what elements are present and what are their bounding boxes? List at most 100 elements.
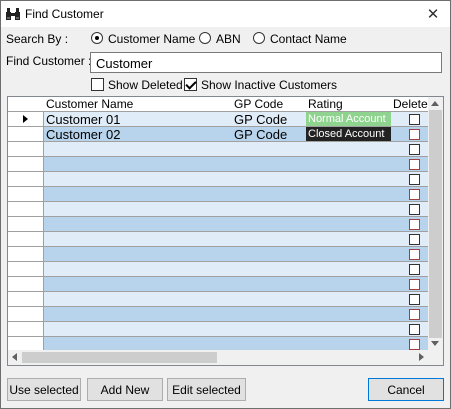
cell-customer-name[interactable]: Customer 01 (44, 112, 233, 127)
row-header[interactable] (8, 322, 44, 337)
cell-gp-code[interactable] (232, 277, 307, 292)
table-row[interactable] (8, 277, 429, 292)
close-button[interactable]: ✕ (416, 1, 450, 27)
scroll-left-icon[interactable] (12, 353, 17, 361)
row-header[interactable] (8, 247, 44, 262)
radio-customer-name[interactable] (91, 32, 103, 44)
row-header[interactable] (8, 202, 44, 217)
cell-customer-name[interactable]: Customer 02 (44, 127, 233, 142)
table-row[interactable] (8, 232, 429, 247)
table-row[interactable]: Customer 01 GP Code Normal Account (8, 112, 429, 127)
column-header-deleted[interactable]: Deleted (391, 97, 429, 112)
cell-rating[interactable] (306, 157, 392, 172)
cell-rating[interactable] (306, 337, 392, 351)
column-header-gp-code[interactable]: GP Code (232, 97, 307, 112)
cell-gp-code[interactable] (232, 337, 307, 351)
row-header[interactable] (8, 172, 44, 187)
cell-rating[interactable] (306, 247, 392, 262)
row-header[interactable] (8, 277, 44, 292)
cell-rating[interactable] (306, 187, 392, 202)
row-header[interactable] (8, 157, 44, 172)
deleted-checkbox[interactable] (409, 264, 420, 275)
table-row[interactable] (8, 337, 429, 351)
cell-customer-name[interactable] (44, 172, 233, 187)
cell-gp-code[interactable] (232, 142, 307, 157)
cell-gp-code[interactable] (232, 187, 307, 202)
cell-customer-name[interactable] (44, 247, 233, 262)
find-customer-input[interactable] (90, 52, 442, 73)
cell-rating[interactable] (306, 232, 392, 247)
table-row[interactable] (8, 322, 429, 337)
deleted-checkbox[interactable] (409, 204, 420, 215)
cell-gp-code[interactable] (232, 307, 307, 322)
table-row[interactable] (8, 307, 429, 322)
table-row[interactable] (8, 217, 429, 232)
row-header[interactable] (8, 232, 44, 247)
cell-customer-name[interactable] (44, 337, 233, 351)
cell-rating[interactable] (306, 142, 392, 157)
radio-contact-name-label[interactable]: Contact Name (270, 32, 347, 46)
cell-gp-code[interactable] (232, 157, 307, 172)
add-new-button[interactable]: Add New (87, 378, 163, 401)
show-deleted-checkbox[interactable] (91, 78, 104, 91)
cell-gp-code[interactable]: GP Code (232, 112, 307, 127)
cell-customer-name[interactable] (44, 262, 233, 277)
table-row[interactable] (8, 172, 429, 187)
cell-customer-name[interactable] (44, 232, 233, 247)
show-inactive-checkbox[interactable] (184, 78, 197, 91)
table-row[interactable] (8, 187, 429, 202)
row-header[interactable] (8, 307, 44, 322)
row-header[interactable] (8, 127, 44, 142)
cell-rating[interactable] (306, 202, 392, 217)
deleted-checkbox[interactable] (409, 144, 420, 155)
deleted-checkbox[interactable] (409, 279, 420, 290)
row-header[interactable] (8, 187, 44, 202)
radio-customer-name-label[interactable]: Customer Name (108, 32, 195, 46)
deleted-checkbox[interactable] (409, 309, 420, 320)
deleted-checkbox[interactable] (409, 114, 420, 125)
cell-customer-name[interactable] (44, 307, 233, 322)
cell-rating[interactable] (306, 292, 392, 307)
deleted-checkbox[interactable] (409, 294, 420, 305)
vertical-scrollbar[interactable] (428, 97, 443, 351)
table-row[interactable] (8, 292, 429, 307)
cancel-button[interactable]: Cancel (368, 378, 444, 401)
cell-rating[interactable]: Closed Account (306, 127, 392, 142)
cell-gp-code[interactable] (232, 292, 307, 307)
cell-rating[interactable] (306, 322, 392, 337)
table-row[interactable]: Customer 02 GP Code Closed Account (8, 127, 429, 142)
row-header[interactable] (8, 112, 44, 127)
cell-gp-code[interactable] (232, 247, 307, 262)
radio-abn-label[interactable]: ABN (216, 32, 241, 46)
cell-rating[interactable] (306, 217, 392, 232)
cell-gp-code[interactable] (232, 202, 307, 217)
deleted-checkbox[interactable] (409, 249, 420, 260)
edit-selected-button[interactable]: Edit selected (167, 378, 246, 401)
cell-rating[interactable] (306, 307, 392, 322)
row-header[interactable] (8, 217, 44, 232)
scroll-right-icon[interactable] (419, 353, 424, 361)
deleted-checkbox[interactable] (409, 159, 420, 170)
vertical-scroll-thumb[interactable] (429, 110, 442, 338)
cell-gp-code[interactable]: GP Code (232, 127, 307, 142)
deleted-checkbox[interactable] (409, 174, 420, 185)
cell-gp-code[interactable] (232, 232, 307, 247)
column-header-customer-name[interactable]: Customer Name (44, 97, 233, 112)
cell-rating[interactable] (306, 277, 392, 292)
scroll-down-icon[interactable] (431, 341, 439, 346)
cell-customer-name[interactable] (44, 142, 233, 157)
table-row[interactable] (8, 202, 429, 217)
deleted-checkbox[interactable] (409, 189, 420, 200)
cell-rating[interactable] (306, 262, 392, 277)
row-header[interactable] (8, 262, 44, 277)
radio-abn[interactable] (199, 32, 211, 44)
table-row[interactable] (8, 262, 429, 277)
show-deleted-label[interactable]: Show Deleted (108, 78, 183, 92)
cell-customer-name[interactable] (44, 292, 233, 307)
cell-rating[interactable]: Normal Account (306, 112, 392, 127)
cell-customer-name[interactable] (44, 187, 233, 202)
column-header-rating[interactable]: Rating (306, 97, 392, 112)
cell-gp-code[interactable] (232, 322, 307, 337)
cell-gp-code[interactable] (232, 217, 307, 232)
cell-customer-name[interactable] (44, 217, 233, 232)
